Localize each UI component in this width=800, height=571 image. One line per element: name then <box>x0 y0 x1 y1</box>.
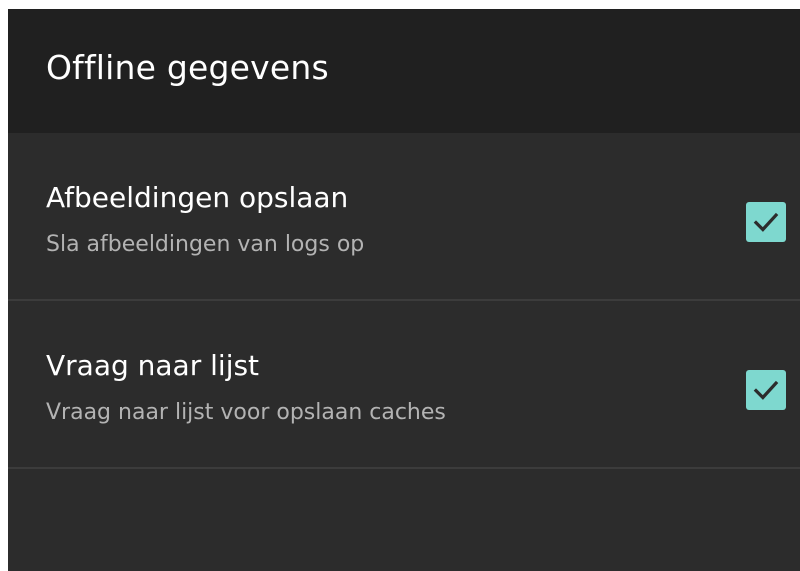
toolbar: Offline gegevens <box>8 9 800 133</box>
pref-summary: Sla afbeeldingen van logs op <box>46 232 365 257</box>
page-title: Offline gegevens <box>46 47 329 87</box>
pref-title: Afbeeldingen opslaan <box>46 181 349 214</box>
preference-list: Afbeeldingen opslaan Sla afbeeldingen va… <box>8 133 800 469</box>
pref-title: Vraag naar lijst <box>46 349 260 382</box>
settings-screen: Offline gegevens Afbeeldingen opslaan Sl… <box>8 9 800 571</box>
pref-item-ask-list[interactable]: Vraag naar lijst Vraag naar lijst voor o… <box>8 301 800 469</box>
pref-summary: Vraag naar lijst voor opslaan caches <box>46 400 446 425</box>
save-images-checkbox[interactable] <box>746 202 786 242</box>
ask-list-checkbox[interactable] <box>746 370 786 410</box>
check-icon <box>753 212 779 232</box>
pref-item-save-images[interactable]: Afbeeldingen opslaan Sla afbeeldingen va… <box>8 133 800 301</box>
check-icon <box>753 380 779 400</box>
